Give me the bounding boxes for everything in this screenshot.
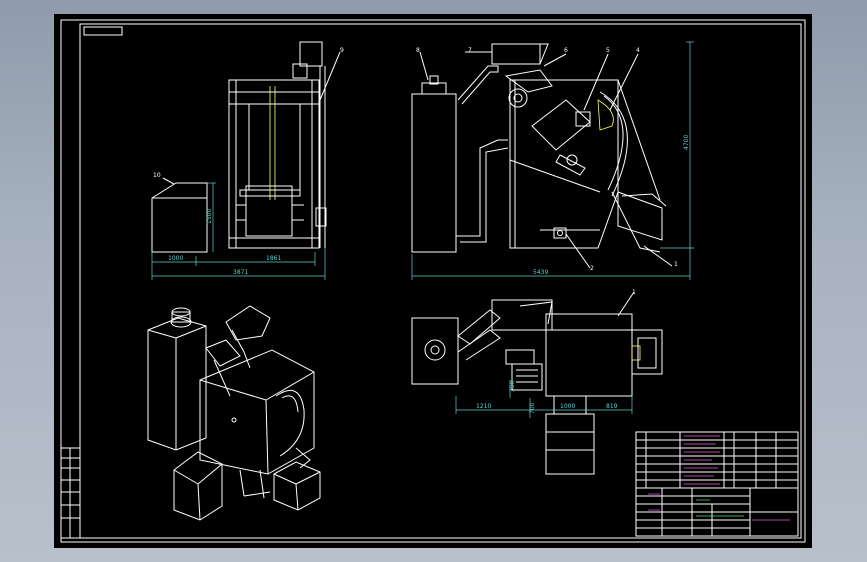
viewport: 1000 1861 3871 1500 10 9 5439 4700 1 2 4… — [0, 0, 867, 562]
dim-plan-c: 819 — [606, 403, 618, 410]
corner-box — [83, 26, 123, 36]
dim-front-height: 4700 — [683, 135, 690, 150]
part-1: 1 — [674, 261, 678, 268]
part-7: 7 — [468, 47, 472, 54]
part-2: 2 — [590, 265, 594, 272]
dim-front-total: 5439 — [533, 269, 548, 276]
title-block — [635, 431, 799, 537]
isometric-view — [147, 305, 321, 521]
side-table — [60, 447, 81, 539]
cad-drawing-canvas[interactable]: 1000 1861 3871 1500 10 9 5439 4700 1 2 4… — [54, 14, 812, 548]
part-6: 6 — [564, 47, 568, 54]
drawing-sheet: 1000 1861 3871 1500 10 9 5439 4700 1 2 4… — [60, 19, 806, 543]
part-10: 10 — [153, 172, 161, 179]
part-4: 4 — [636, 47, 640, 54]
dim-left-height: 1500 — [206, 209, 213, 224]
dim-left-width-1: 1000 — [168, 255, 183, 262]
plan-view — [411, 291, 663, 475]
inner-border — [79, 23, 802, 539]
part-8: 8 — [416, 47, 420, 54]
side-view — [151, 41, 341, 280]
part-5: 5 — [606, 47, 610, 54]
part-1-plan: 1 — [632, 289, 636, 296]
dim-plan-a: 1210 — [476, 403, 491, 410]
dim-plan-b: 1000 — [560, 403, 575, 410]
dim-left-width-2: 1861 — [266, 255, 281, 262]
front-view — [411, 41, 694, 280]
dim-plan-e: 700 — [529, 402, 536, 414]
dim-left-total: 3871 — [233, 269, 248, 276]
dim-plan-d: 380 — [509, 380, 516, 392]
part-9: 9 — [340, 47, 344, 54]
